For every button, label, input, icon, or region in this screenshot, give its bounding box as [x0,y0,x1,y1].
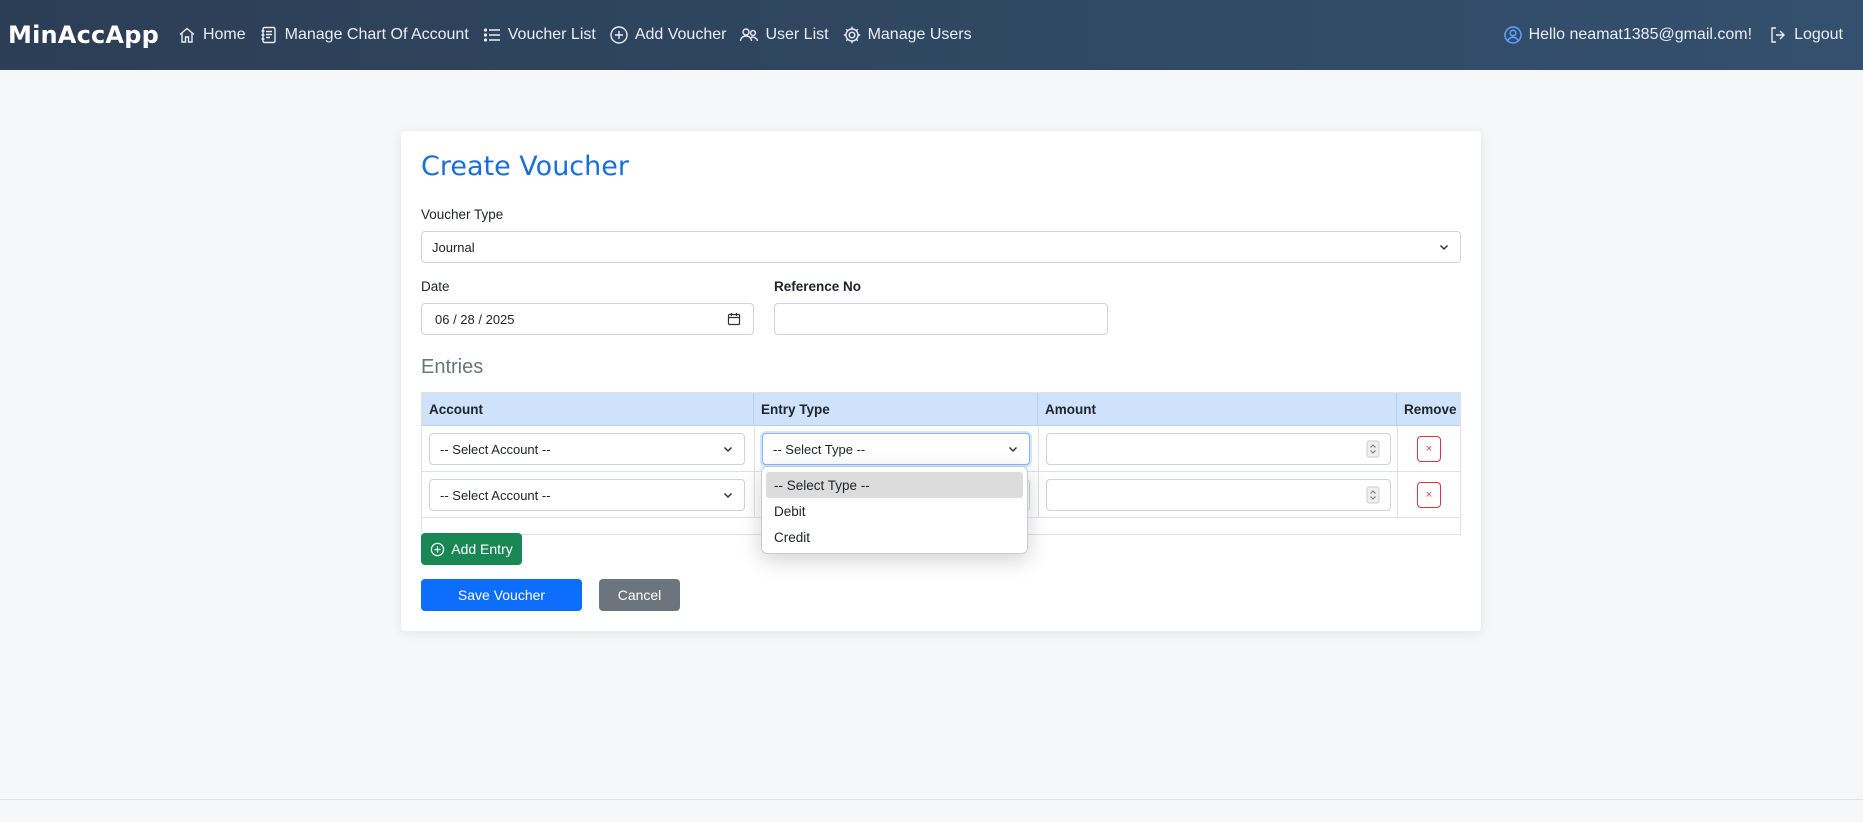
date-label: Date [421,279,450,294]
brand-logo[interactable]: MinAccApp [8,21,159,49]
account-select[interactable]: -- Select Account -- [429,479,745,511]
option-select-type[interactable]: -- Select Type -- [766,472,1023,498]
amount-input[interactable] [1046,479,1391,511]
user-greeting[interactable]: Hello neamat1385@gmail.com! [1503,25,1752,45]
header-account: Account [422,393,754,426]
spinner-arrows-icon[interactable] [1366,486,1380,504]
remove-entry-button[interactable]: × [1417,482,1441,508]
nav-add-voucher-label: Add Voucher [634,26,727,43]
people-icon [740,28,759,42]
person-circle-icon [1503,26,1522,44]
add-entry-label: Add Entry [451,541,513,557]
plus-circle-icon [610,26,628,44]
footer-divider [0,799,1863,800]
gear-icon [843,26,860,44]
chevron-down-icon [723,492,733,499]
nav-voucher-list-label: Voucher List [507,26,596,43]
voucher-type-value: Journal [432,239,475,255]
save-voucher-button[interactable]: Save Voucher [421,579,582,611]
account-select-value: -- Select Account -- [440,441,551,457]
chevron-down-icon [723,446,733,453]
home-icon [179,27,195,43]
logout-link[interactable]: Logout [1768,25,1843,45]
voucher-type-label: Voucher Type [421,207,504,222]
header-remove: Remove [1404,402,1457,417]
nav-user-list-label: User List [765,26,829,43]
calendar-icon[interactable] [727,312,741,326]
nav-user-list[interactable]: User List [739,25,829,45]
nav-manage-chart-label: Manage Chart Of Account [284,26,469,43]
nav-links: Home Manage Chart Of Account Voucher Lis… [177,25,985,45]
cancel-button[interactable]: Cancel [599,579,680,611]
chevron-down-icon [1439,244,1449,251]
plus-circle-icon [431,542,445,556]
create-voucher-card: Create Voucher Voucher Type Journal Date… [401,131,1481,631]
entry-type-dropdown-menu: -- Select Type -- Debit Credit [761,466,1028,554]
spinner-arrows-icon[interactable] [1366,440,1380,458]
header-amount: Amount [1038,393,1397,426]
entry-type-select-value: -- Select Type -- [773,441,866,457]
option-debit[interactable]: Debit [766,498,1023,524]
reference-no-input[interactable] [774,303,1108,335]
journal-icon [261,26,276,44]
top-navbar: MinAccApp Home Manage Chart Of Account V… [0,0,1863,70]
entries-table-header: Account Entry Type Amount Remove [422,393,1460,426]
entry-type-select[interactable]: -- Select Type -- [762,433,1030,465]
list-icon [483,28,500,42]
option-credit[interactable]: Credit [766,524,1023,550]
reference-no-label: Reference No [774,279,862,294]
voucher-type-select[interactable]: Journal [421,231,1461,263]
logout-label: Logout [1794,26,1843,43]
date-value: 06 / 28 / 2025 [435,311,515,327]
date-input[interactable]: 06 / 28 / 2025 [421,303,754,335]
page-title: Create Voucher [421,151,629,182]
remove-entry-button[interactable]: × [1417,436,1441,462]
chevron-down-icon [1008,446,1018,453]
account-select-value: -- Select Account -- [440,487,551,503]
add-entry-button[interactable]: Add Entry [421,533,522,565]
header-entry-type: Entry Type [754,393,1038,426]
account-select[interactable]: -- Select Account -- [429,433,745,465]
logout-icon [1771,27,1786,43]
nav-add-voucher[interactable]: Add Voucher [609,25,727,45]
nav-voucher-list[interactable]: Voucher List [482,25,596,45]
nav-user-area: Hello neamat1385@gmail.com! Logout [1503,0,1843,70]
nav-manage-users[interactable]: Manage Users [842,25,972,45]
entries-title: Entries [421,356,484,378]
user-greeting-text: Hello neamat1385@gmail.com! [1528,26,1753,43]
nav-manage-users-label: Manage Users [867,26,972,43]
amount-input[interactable] [1046,433,1391,465]
nav-manage-chart-of-account[interactable]: Manage Chart Of Account [259,25,469,45]
nav-home[interactable]: Home [177,25,246,45]
nav-home-label: Home [202,26,246,43]
